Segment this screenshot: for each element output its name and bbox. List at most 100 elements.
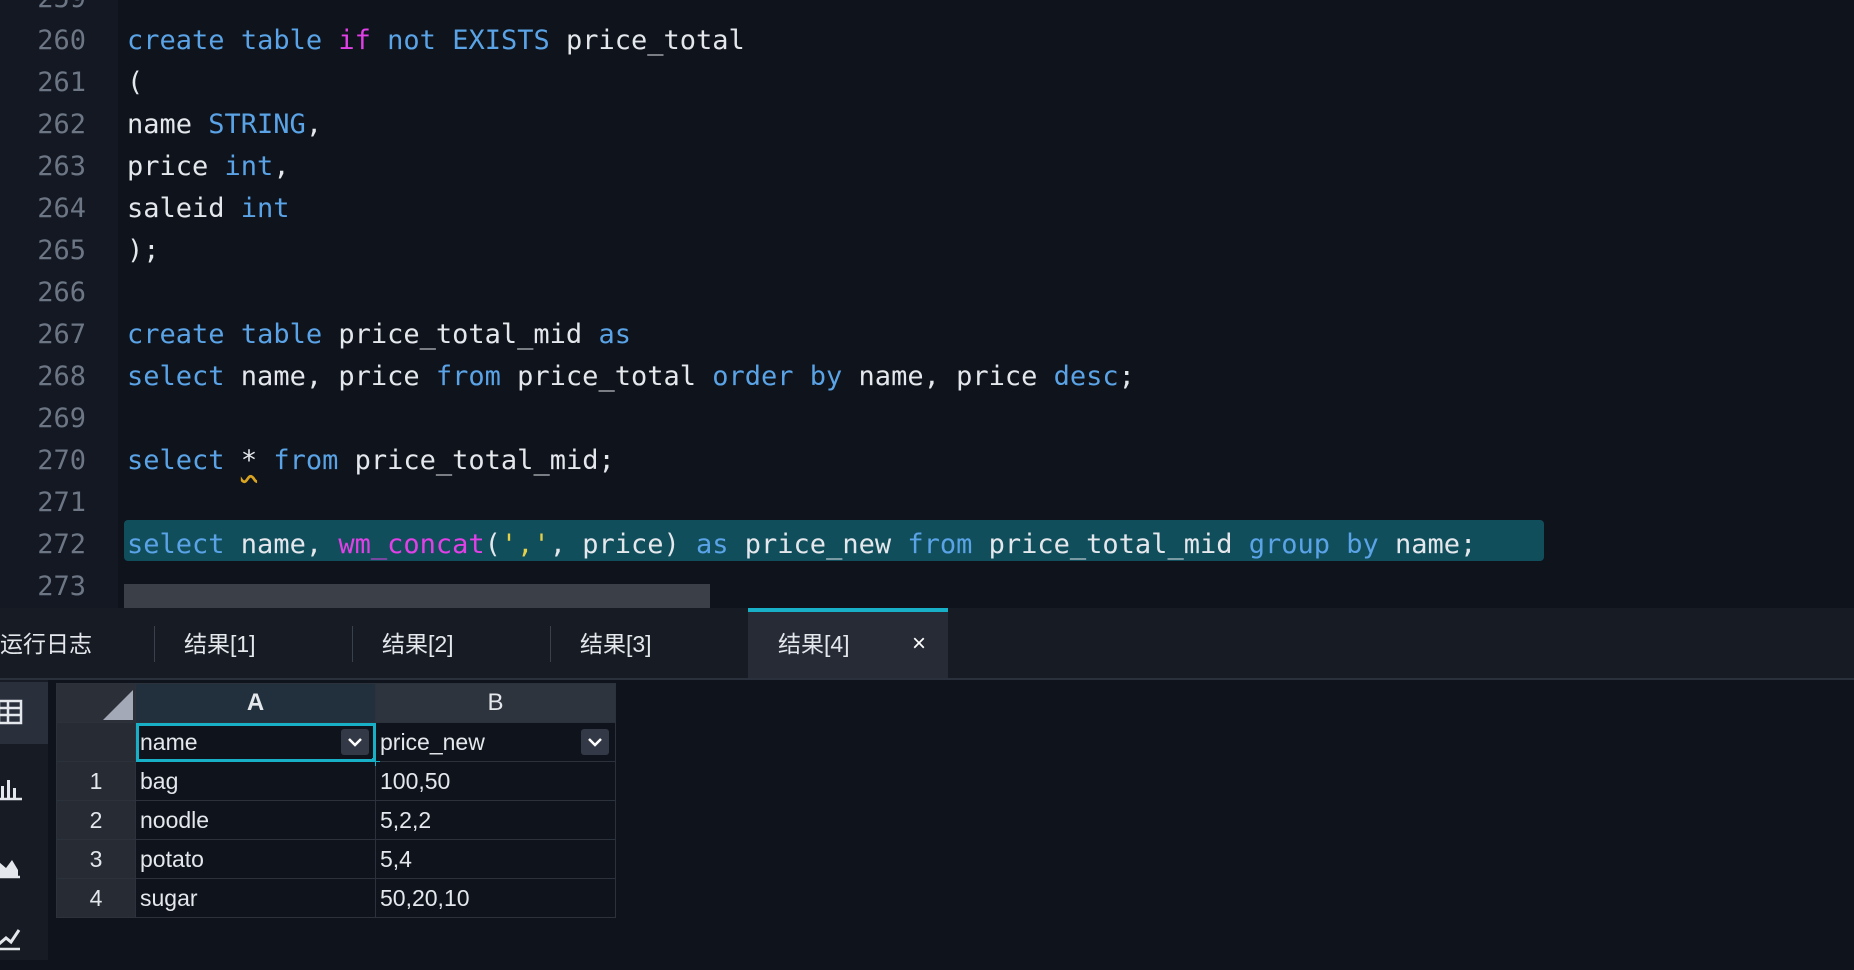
column-header-a[interactable]: A [135,683,376,723]
code-token: ( [127,67,144,98]
code-line[interactable]: 259 [0,0,1854,20]
code-token: from [907,529,973,560]
code-text[interactable]: select name, price from price_total orde… [127,356,1135,398]
select-all-triangle-icon [103,690,133,720]
area-chart-button[interactable] [0,836,48,898]
code-text[interactable]: create table price_total_mid as [127,314,631,356]
code-token: select [127,529,225,560]
code-line[interactable]: 266 [0,272,1854,314]
cell-price-new[interactable]: 50,20,10 [375,878,616,918]
code-token: wm_concat [338,529,485,560]
code-line[interactable]: 272 select name, wm_concat(',', price) as… [0,524,1854,566]
code-line[interactable]: 271 [0,482,1854,524]
cell-name[interactable]: noodle [135,800,376,840]
cell-name[interactable]: bag [135,761,376,801]
table-row[interactable]: 2 noodle 5,2,2 [56,800,616,840]
code-token: ; [1118,361,1135,392]
cell-price-new[interactable]: 100,50 [375,761,616,801]
code-token: int [240,193,290,224]
line-number: 269 [37,403,86,434]
sql-editor[interactable]: 259 260 create table if not EXISTS price_t… [0,0,1854,608]
table-view-button[interactable] [0,682,48,744]
code-token: STRING [208,109,306,140]
code-token: saleid [127,193,241,224]
select-all-corner[interactable] [56,683,136,723]
line-chart-button[interactable] [0,908,48,970]
line-number: 271 [37,487,86,518]
field-header-label: name [140,728,198,755]
table-row[interactable]: 4 sugar 50,20,10 [56,878,616,918]
close-icon[interactable]: × [912,612,926,676]
table-row[interactable]: 3 potato 5,4 [56,839,616,879]
result-tab-bar: 运行日志 结果[1] 结果[2] 结果[3] 结果[4] × [0,608,1854,680]
code-line[interactable]: 263 price int, [0,146,1854,188]
line-number: 273 [37,571,86,602]
tab-result-2[interactable]: 结果[2] [352,608,550,680]
row-index[interactable]: 1 [56,761,136,801]
code-token: table [240,319,323,350]
horizontal-scrollbar[interactable] [124,584,710,608]
code-token: price_total_mid [322,319,599,350]
code-token: name, price [224,361,436,392]
code-line[interactable]: 264 saleid int [0,188,1854,230]
row-index[interactable]: 2 [56,800,136,840]
code-text[interactable]: select name, wm_concat(',', price) as pr… [127,524,1476,566]
column-header-b[interactable]: B [375,683,616,723]
row-index[interactable]: 3 [56,839,136,879]
code-text[interactable]: select * from price_total_mid; [127,440,615,482]
field-header-name[interactable]: name [135,722,380,766]
code-text[interactable]: create table if not EXISTS price_total [127,20,745,62]
code-line[interactable]: 261 ( [0,62,1854,104]
code-token: not [387,25,436,56]
table-row[interactable]: 1 bag 100,50 [56,761,616,801]
code-text[interactable]: saleid int [127,188,290,230]
view-toolbar [0,680,48,960]
tab-label: 结果[4] [778,631,850,657]
tab-result-1[interactable]: 结果[1] [154,608,352,680]
row-index[interactable]: 4 [56,878,136,918]
code-line[interactable]: 269 [0,398,1854,440]
cell-price-new[interactable]: 5,2,2 [375,800,616,840]
code-line[interactable]: 262 name STRING, [0,104,1854,146]
line-number: 270 [37,445,86,476]
code-line[interactable]: 260 create table if not EXISTS price_tota… [0,20,1854,62]
code-line[interactable]: 267 create table price_total_mid as [0,314,1854,356]
tab-result-4[interactable]: 结果[4] × [748,608,948,680]
tab-label: 运行日志 [0,631,92,657]
code-text[interactable]: name STRING, [127,104,322,146]
line-number: 262 [37,109,86,140]
code-token: order [712,361,794,392]
code-line[interactable]: 265); [0,230,1854,272]
code-token: as [696,529,729,560]
code-text[interactable]: price int, [127,146,290,188]
cell-name[interactable]: sugar [135,878,376,918]
code-token: , [273,151,290,182]
filter-dropdown-button[interactable] [341,729,369,755]
code-text[interactable]: ( [127,62,143,104]
tab-label: 结果[1] [184,631,256,657]
line-number: 263 [37,151,86,182]
result-grid: A B name price_new 1 bag 100,50 2 noodle… [56,683,616,918]
area-chart-icon [0,860,20,879]
bar-chart-button[interactable] [0,758,48,820]
code-line[interactable]: 270 select * from price_total_mid; [0,440,1854,482]
cell-name[interactable]: potato [135,839,376,879]
code-line[interactable]: 268 select name, price from price_total o… [0,356,1854,398]
tab-result-3[interactable]: 结果[3] [550,608,748,680]
field-header-price-new[interactable]: price_new [375,722,616,762]
code-token: create [127,25,225,56]
code-text[interactable]: ); [127,230,160,272]
cell-price-new[interactable]: 5,4 [375,839,616,879]
filter-dropdown-button[interactable] [581,729,609,755]
code-token: group [1248,529,1330,560]
field-header-label: price_new [380,728,485,755]
code-token: desc [1053,361,1119,392]
tab-run-log[interactable]: 运行日志 [0,608,154,680]
tab-label: 结果[2] [382,631,454,657]
code-token: table [240,25,323,56]
